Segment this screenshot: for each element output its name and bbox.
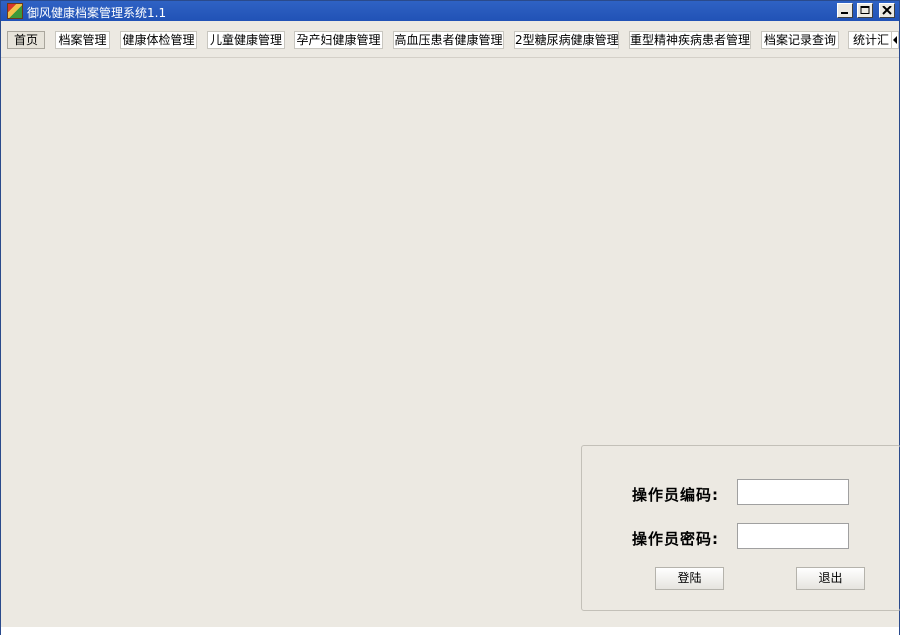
tab-records[interactable]: 档案管理 — [55, 31, 110, 49]
app-icon — [7, 3, 23, 19]
exit-button[interactable]: 退出 — [796, 567, 865, 590]
tab-hypertension[interactable]: 高血压患者健康管理 — [393, 31, 504, 49]
tab-statistics[interactable]: 统计汇 — [848, 31, 892, 49]
maximize-icon — [860, 6, 870, 14]
minimize-icon — [841, 12, 848, 14]
window-title: 御风健康档案管理系统1.1 — [27, 6, 167, 20]
tab-maternal-health[interactable]: 孕产妇健康管理 — [294, 31, 383, 49]
tab-scroll-arrow[interactable] — [891, 31, 899, 49]
password-label: 操作员密码: — [632, 530, 719, 548]
maximize-button[interactable] — [857, 3, 873, 18]
operator-id-label: 操作员编码: — [632, 486, 719, 504]
password-input[interactable] — [737, 523, 849, 549]
bottom-strip — [1, 627, 899, 635]
tab-record-query[interactable]: 档案记录查询 — [761, 31, 839, 49]
tab-diabetes[interactable]: 2型糖尿病健康管理 — [514, 31, 619, 49]
tab-health-exam[interactable]: 健康体检管理 — [120, 31, 197, 49]
title-bar[interactable]: 御风健康档案管理系统1.1 — [1, 1, 899, 21]
tab-home[interactable]: 首页 — [7, 31, 45, 49]
operator-id-input[interactable] — [737, 479, 849, 505]
login-panel: 操作员编码: 操作员密码: 登陆 退出 — [581, 445, 900, 611]
menu-tab-bar: 首页 档案管理 健康体检管理 儿童健康管理 孕产妇健康管理 高血压患者健康管理 … — [1, 23, 899, 58]
minimize-button[interactable] — [837, 3, 853, 18]
tab-child-health[interactable]: 儿童健康管理 — [207, 31, 285, 49]
main-window: 御风健康档案管理系统1.1 首页 档案管理 健康体检管理 儿童健康管理 孕产妇健… — [0, 0, 900, 635]
login-button[interactable]: 登陆 — [655, 567, 724, 590]
tab-mental-illness[interactable]: 重型精神疾病患者管理 — [629, 31, 751, 49]
close-icon — [882, 6, 892, 15]
chevron-left-icon — [893, 36, 897, 44]
close-button[interactable] — [879, 3, 895, 18]
